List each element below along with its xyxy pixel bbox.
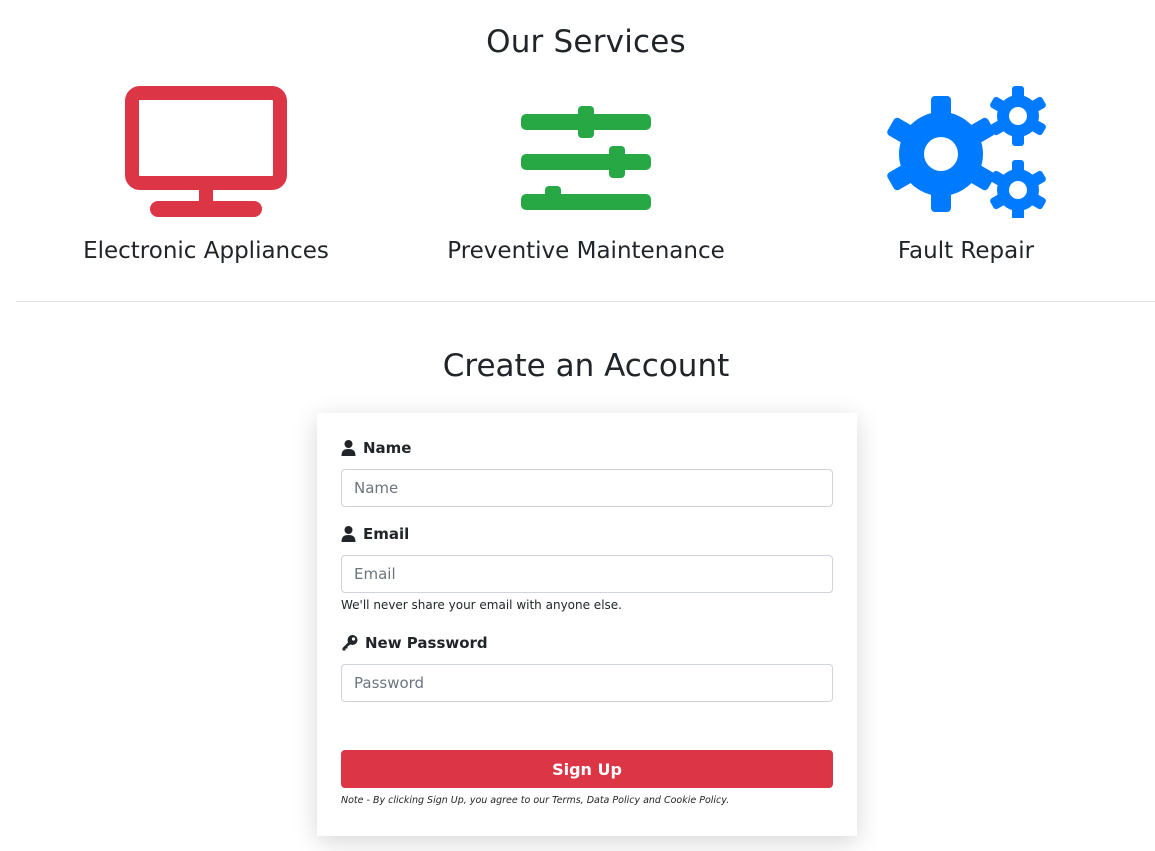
sliders-icon [521, 106, 651, 210]
service-label: Electronic Appliances [83, 238, 329, 264]
email-label: Email [341, 525, 409, 543]
name-label-text: Name [363, 439, 412, 457]
services-title: Our Services [486, 24, 686, 60]
service-label: Fault Repair [897, 238, 1035, 264]
password-label: New Password [341, 634, 488, 652]
service-preventive-maintenance: Preventive Maintenance [406, 86, 766, 264]
service-electronic-appliances: Electronic Appliances [26, 86, 386, 264]
email-label-text: Email [363, 525, 410, 543]
account-title: Create an Account [442, 348, 730, 384]
cogs-icon [887, 86, 1046, 218]
terms-note: Note - By clicking Sign Up, you agree to… [341, 795, 730, 806]
service-label: Preventive Maintenance [447, 238, 725, 264]
name-input[interactable] [341, 469, 833, 507]
user-icon [341, 526, 356, 542]
sign-up-button[interactable]: Sign Up [341, 750, 833, 788]
email-help-text: We'll never share your email with anyone… [341, 598, 622, 612]
monitor-icon [125, 86, 287, 217]
section-divider [16, 301, 1155, 302]
user-icon [341, 440, 356, 456]
email-input[interactable] [341, 555, 833, 593]
service-fault-repair: Fault Repair [786, 86, 1146, 264]
key-icon [342, 635, 358, 651]
signup-form: Name Email We'll never share your email … [317, 413, 857, 836]
name-label: Name [341, 439, 411, 457]
password-label-text: New Password [365, 634, 488, 652]
password-input[interactable] [341, 664, 833, 702]
